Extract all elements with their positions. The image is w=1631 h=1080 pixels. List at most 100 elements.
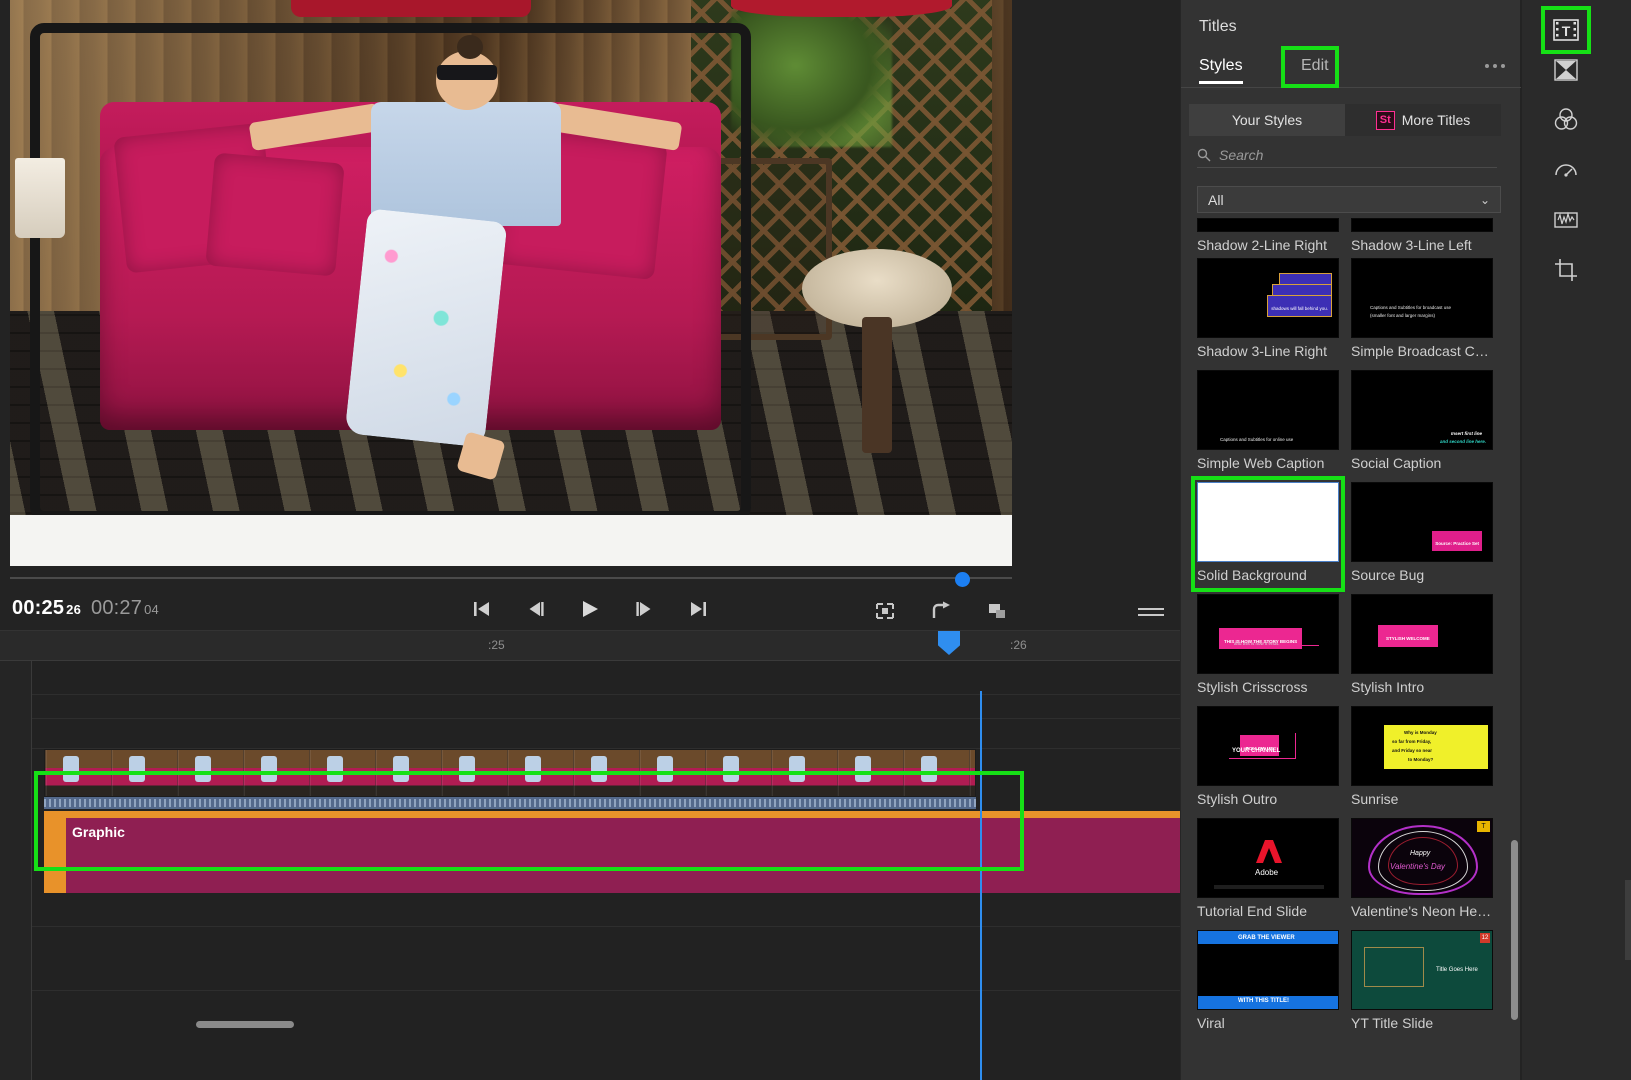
audio-waveform-icon bbox=[1554, 211, 1578, 228]
thumb-text: (smaller font and larger margins) bbox=[1370, 313, 1436, 318]
export-frame-button[interactable] bbox=[982, 596, 1012, 626]
video-preview[interactable] bbox=[10, 0, 1012, 566]
style-thumbnail[interactable]: Captions and Subtitles for broadcast use… bbox=[1351, 258, 1493, 338]
fit-to-frame-button[interactable] bbox=[870, 596, 900, 626]
foliage bbox=[731, 11, 892, 148]
category-filter-dropdown[interactable]: All ⌄ bbox=[1197, 186, 1501, 213]
video-clip[interactable] bbox=[44, 749, 976, 797]
speed-tool[interactable] bbox=[1546, 150, 1586, 190]
style-thumbnail[interactable]: Adobe bbox=[1197, 818, 1339, 898]
thumb-text: Adobe bbox=[1255, 868, 1279, 877]
scrubber-handle[interactable] bbox=[955, 572, 970, 587]
crop-icon bbox=[1555, 259, 1577, 281]
style-card[interactable]: Captions and Subtitles for broadcast use… bbox=[1351, 258, 1493, 359]
style-thumbnail[interactable]: Why is Monday so far from Friday, and Fr… bbox=[1351, 706, 1493, 786]
timeline-horizontal-scrollbar[interactable] bbox=[196, 1021, 294, 1028]
style-card[interactable]: Why is Monday so far from Friday, and Fr… bbox=[1351, 706, 1493, 807]
step-forward-button[interactable] bbox=[629, 594, 659, 624]
stock-badge-icon: St bbox=[1375, 110, 1395, 130]
thumb-text: shadows will fall behind you. bbox=[1271, 306, 1328, 311]
tab-styles[interactable]: Styles bbox=[1199, 57, 1243, 84]
preview-scrubber[interactable] bbox=[10, 572, 1012, 587]
audio-tool[interactable] bbox=[1546, 200, 1586, 240]
style-thumbnail[interactable] bbox=[1197, 218, 1339, 232]
style-label: Shadow 3-Line Left bbox=[1351, 237, 1472, 253]
svg-text:T: T bbox=[1562, 23, 1571, 39]
style-thumbnail[interactable]: Title Goes Here 12 bbox=[1351, 930, 1493, 1010]
scrubber-track[interactable] bbox=[10, 577, 1012, 579]
style-label: Viral bbox=[1197, 1015, 1225, 1028]
styles-scrollbar[interactable] bbox=[1511, 840, 1518, 1020]
thumb-text: GRAB THE VIEWER bbox=[1238, 935, 1295, 941]
step-back-button[interactable] bbox=[521, 594, 551, 624]
style-card[interactable]: GRAB THE VIEWER WITH THIS TITLE! Viral bbox=[1197, 930, 1339, 1028]
style-card[interactable]: Insert first line and second line here. … bbox=[1351, 370, 1493, 471]
crop-tool[interactable] bbox=[1546, 250, 1586, 290]
color-tool[interactable] bbox=[1546, 100, 1586, 140]
filmstrip-thumbnails bbox=[45, 750, 975, 796]
segment-more-titles[interactable]: St More Titles bbox=[1345, 104, 1501, 136]
thumb-text: to Monday? bbox=[1408, 757, 1434, 762]
style-thumbnail[interactable]: FOLLOW US YOUR CHANNEL bbox=[1197, 706, 1339, 786]
style-thumbnail[interactable] bbox=[1197, 482, 1339, 562]
stool-leg bbox=[861, 316, 892, 453]
style-card[interactable]: Title Goes Here 12 YT Title Slide bbox=[1351, 930, 1493, 1028]
style-thumbnail[interactable]: THIS IS HOW THE STORY BEGINS and this is… bbox=[1197, 594, 1339, 674]
go-to-start-button[interactable] bbox=[467, 594, 497, 624]
style-thumbnail[interactable] bbox=[1351, 218, 1493, 232]
panel-more-button[interactable] bbox=[1485, 64, 1505, 68]
play-button[interactable] bbox=[575, 594, 605, 624]
style-card-solid-background[interactable]: Solid Background bbox=[1197, 482, 1339, 583]
style-card[interactable]: THIS IS HOW THE STORY BEGINS and this is… bbox=[1197, 594, 1339, 695]
share-button[interactable] bbox=[926, 596, 956, 626]
style-thumbnail[interactable]: STYLISH WELCOME bbox=[1351, 594, 1493, 674]
timeline-panel[interactable]: :25 :26 Graphic bbox=[0, 630, 1180, 1080]
premiere-elements-window: 00:25 26 00:27 04:25:26 Graphic Titles… bbox=[0, 0, 1631, 1080]
search-icon bbox=[1197, 148, 1211, 161]
umbrella bbox=[731, 0, 952, 17]
titles-panel: Titles Styles Edit Your Styles St More T… bbox=[1180, 0, 1521, 1080]
style-thumbnail[interactable]: Source: Practice Set bbox=[1351, 482, 1493, 562]
search-field[interactable]: Search bbox=[1197, 142, 1497, 168]
transitions-tool[interactable] bbox=[1546, 50, 1586, 90]
style-card[interactable]: Shadow 3-Line Left bbox=[1351, 218, 1493, 253]
tab-edit[interactable]: Edit bbox=[1301, 57, 1329, 75]
track-area[interactable]: Graphic bbox=[32, 661, 1180, 1080]
style-thumbnail[interactable]: Captions and Subtitles for online use bbox=[1197, 370, 1339, 450]
style-card[interactable]: Adobe Tutorial End Slide bbox=[1197, 818, 1339, 919]
titles-icon: T bbox=[1553, 19, 1579, 41]
titles-tool[interactable]: T bbox=[1546, 10, 1586, 50]
go-to-end-button[interactable] bbox=[683, 594, 713, 624]
thumb-text: Why is Monday bbox=[1404, 730, 1437, 735]
segment-your-styles[interactable]: Your Styles bbox=[1189, 104, 1345, 136]
style-card[interactable]: Keep your face always toward the sunshin… bbox=[1197, 258, 1339, 359]
track-row[interactable] bbox=[32, 695, 1180, 719]
audio-waveform-strip[interactable] bbox=[44, 797, 976, 809]
graphic-clip[interactable]: Graphic bbox=[44, 811, 1180, 893]
speed-gauge-icon bbox=[1555, 164, 1577, 177]
style-thumbnail[interactable]: Keep your face always toward the sunshin… bbox=[1197, 258, 1339, 338]
style-card[interactable]: Happy Valentine's Day T Valentine's Neon… bbox=[1351, 818, 1493, 919]
style-card[interactable]: STYLISH WELCOME Stylish Intro bbox=[1351, 594, 1493, 695]
track-row[interactable] bbox=[32, 927, 1180, 991]
style-label: Valentine's Neon Hea... bbox=[1351, 903, 1493, 919]
track-row[interactable] bbox=[32, 719, 1180, 749]
style-card[interactable]: Captions and Subtitles for online use Si… bbox=[1197, 370, 1339, 471]
panel-menu-button[interactable] bbox=[1138, 604, 1164, 620]
drink-cup bbox=[15, 158, 66, 238]
style-card[interactable]: Source: Practice Set Source Bug bbox=[1351, 482, 1493, 583]
panel-resize-handle[interactable] bbox=[1625, 880, 1631, 960]
preview-scene-image bbox=[10, 0, 1012, 566]
styles-grid[interactable]: Shadow 2-Line Right Shadow 3-Line Left K… bbox=[1189, 218, 1513, 1028]
style-thumbnail[interactable]: Insert first line and second line here. bbox=[1351, 370, 1493, 450]
style-thumbnail[interactable]: Happy Valentine's Day T bbox=[1351, 818, 1493, 898]
style-card[interactable]: Shadow 2-Line Right bbox=[1197, 218, 1339, 253]
time-ruler[interactable]: :25 :26 bbox=[0, 631, 1180, 661]
awning-strip bbox=[290, 0, 532, 17]
style-label: Social Caption bbox=[1351, 455, 1442, 471]
thumb-text: and Friday so near bbox=[1392, 748, 1433, 753]
style-thumbnail[interactable]: GRAB THE VIEWER WITH THIS TITLE! bbox=[1197, 930, 1339, 1010]
track-headers bbox=[0, 661, 32, 1080]
style-card[interactable]: FOLLOW US YOUR CHANNEL Stylish Outro bbox=[1197, 706, 1339, 807]
track-row[interactable] bbox=[32, 661, 1180, 695]
